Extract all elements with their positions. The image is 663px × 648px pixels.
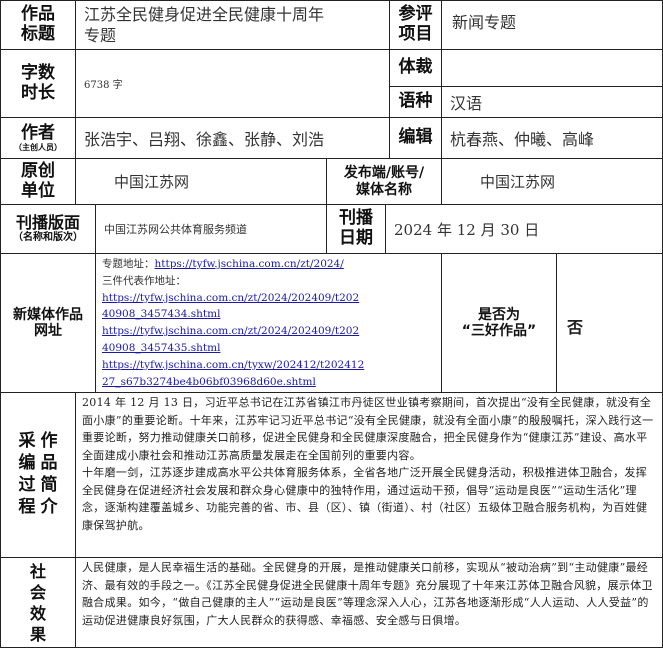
entry-label-l2: 项目 xyxy=(398,24,433,44)
genre-label: 体裁 xyxy=(389,49,442,87)
wordcount-value-text: 6738 字 xyxy=(84,80,123,91)
process-label-char-8: 介 xyxy=(40,497,58,518)
language-value: 汉语 xyxy=(441,86,663,118)
genre-value xyxy=(441,49,663,87)
rep1-url-line1[interactable]: https://tyfw.jschina.com.cn/zt/2024/2024… xyxy=(102,290,435,307)
date-label-l1: 刊播 xyxy=(339,208,373,229)
wordcount-label: 字数 时长 xyxy=(0,49,76,118)
entry-value-text: 新闻专题 xyxy=(452,13,517,32)
entry-label: 参评 项目 xyxy=(389,0,442,50)
process-label-char-4: 品 xyxy=(40,453,58,474)
effect-label: 社 会 效 果 xyxy=(0,557,76,648)
authors-value-text: 张浩宇、吕翔、徐鑫、张静、刘浩 xyxy=(84,130,325,149)
entry-label-l1: 参评 xyxy=(398,4,433,25)
publish-label: 发布端/账号/ 媒体名称 xyxy=(326,158,442,205)
process-label: 采 作 编 品 过 简 程 介 xyxy=(0,392,76,558)
topic-url-link[interactable]: https://tyfw.jschina.com.cn/zt/2024/ xyxy=(155,258,344,270)
topic-url-prefix: 专题地址： xyxy=(102,258,155,270)
date-label-l2: 日期 xyxy=(339,228,373,248)
author-label-main: 作者 xyxy=(21,122,55,143)
date-value: 2024 年 12 月 30 日 xyxy=(385,204,663,254)
process-label-char-2: 作 xyxy=(40,431,58,452)
title-value-l1: 江苏全民健身促进全民健康十周年 xyxy=(84,5,325,24)
edition-label-sub: （名称和版次） xyxy=(13,232,83,244)
process-label-char-1: 采 xyxy=(18,431,36,452)
title-label: 作品 标题 xyxy=(0,0,76,50)
title-value-l2: 专题 xyxy=(84,26,117,45)
topic-url-line: 专题地址：https://tyfw.jschina.com.cn/zt/2024… xyxy=(102,256,435,273)
origin-label: 原创 单位 xyxy=(0,158,76,205)
wordcount-label-l2: 时长 xyxy=(21,82,55,103)
edition-value: 中国江苏网公共体育服务频道 xyxy=(95,204,327,254)
url-label: 新媒体作品 网址 xyxy=(0,253,96,393)
url-list: 专题地址：https://tyfw.jschina.com.cn/zt/2024… xyxy=(95,253,442,393)
editors-value-text: 杭春燕、仲曦、高峰 xyxy=(450,130,595,149)
publish-value: 中国江苏网 xyxy=(441,158,663,205)
genre-label-text: 体裁 xyxy=(398,57,433,78)
three-good-label-l1: 是否为 xyxy=(478,306,520,323)
rep3-url-line2[interactable]: 27_s67b3274be4b06bf03968d60e.shtml xyxy=(102,374,435,391)
reps-label: 三件代表作地址： xyxy=(102,274,186,287)
three-good-label-l2: “三好作品” xyxy=(461,323,537,339)
language-label: 语种 xyxy=(389,86,442,118)
title-value: 江苏全民健身促进全民健康十周年 专题 xyxy=(75,0,390,50)
origin-value-text: 中国江苏网 xyxy=(114,173,190,191)
language-value-text: 汉语 xyxy=(450,94,483,113)
url-label-l2: 网址 xyxy=(34,323,62,339)
edition-label-main: 刊播版面 xyxy=(15,213,80,233)
three-good-value-text: 否 xyxy=(567,318,584,337)
publish-label-l2: 媒体名称 xyxy=(356,181,412,198)
effect-text: 人民健康，是人民幸福生活的基础。全民健身的开展，是推动健康关口前移，实现从“被动… xyxy=(75,557,663,648)
effect-label-char-3: 效 xyxy=(29,603,46,623)
process-paragraph-2: 十年磨一剑，江苏逐步建成高水平公共体育服务体系，全省各地广泛开展全民健身活动，积… xyxy=(82,466,648,532)
three-good-value: 否 xyxy=(556,253,663,393)
origin-label-l1: 原创 xyxy=(21,160,55,181)
editors-value: 杭春燕、仲曦、高峰 xyxy=(441,117,663,159)
entry-value: 新闻专题 xyxy=(441,0,663,50)
wordcount-value: 6738 字 xyxy=(75,49,390,118)
effect-label-char-1: 社 xyxy=(29,561,46,581)
effect-label-char-2: 会 xyxy=(29,582,46,602)
process-text: 2014 年 12 月 13 日，习近平总书记在江苏省镇江市丹徒区世业镇考察期间… xyxy=(75,392,663,558)
language-label-text: 语种 xyxy=(398,91,433,112)
edition-label: 刊播版面 （名称和版次） xyxy=(0,204,96,254)
rep2-url-line1[interactable]: https://tyfw.jschina.com.cn/zt/2024/2024… xyxy=(102,323,435,340)
publish-value-text: 中国江苏网 xyxy=(480,173,556,191)
date-value-text: 2024 年 12 月 30 日 xyxy=(394,220,540,239)
wordcount-label-l1: 字数 xyxy=(21,62,55,83)
rep3-url-line1[interactable]: https://tyfw.jschina.com.cn/tyxw/202412/… xyxy=(102,357,435,374)
effect-paragraph: 人民健康，是人民幸福生活的基础。全民健身的开展，是推动健康关口前移，实现从“被动… xyxy=(82,561,653,627)
rep1-url-line2[interactable]: 40908_3457434.shtml xyxy=(102,306,435,323)
date-label: 刊播 日期 xyxy=(326,204,386,254)
process-label-char-6: 简 xyxy=(40,475,58,496)
edition-value-text: 中国江苏网公共体育服务频道 xyxy=(104,223,247,236)
editor-label: 编辑 xyxy=(389,117,442,159)
process-label-char-3: 编 xyxy=(18,453,36,474)
author-label: 作者 （主创人员） xyxy=(0,117,76,159)
origin-label-l2: 单位 xyxy=(21,180,55,201)
author-label-sub: （主创人员） xyxy=(14,143,62,153)
three-good-label: 是否为 “三好作品” xyxy=(441,253,557,393)
process-label-char-5: 过 xyxy=(18,475,36,496)
url-label-l1: 新媒体作品 xyxy=(13,306,83,323)
authors-value: 张浩宇、吕翔、徐鑫、张静、刘浩 xyxy=(75,117,390,159)
process-paragraph-1: 2014 年 12 月 13 日，习近平总书记在江苏省镇江市丹徒区世业镇考察期间… xyxy=(82,396,654,462)
origin-value: 中国江苏网 xyxy=(75,158,327,205)
title-label-l2: 标题 xyxy=(21,24,55,44)
publish-label-l1: 发布端/账号/ xyxy=(343,165,425,182)
process-label-char-7: 程 xyxy=(18,497,36,518)
rep2-url-line2[interactable]: 40908_3457435.shtml xyxy=(102,340,435,357)
editor-label-text: 编辑 xyxy=(398,127,433,148)
effect-label-char-4: 果 xyxy=(29,624,46,644)
title-label-l1: 作品 xyxy=(21,4,55,25)
